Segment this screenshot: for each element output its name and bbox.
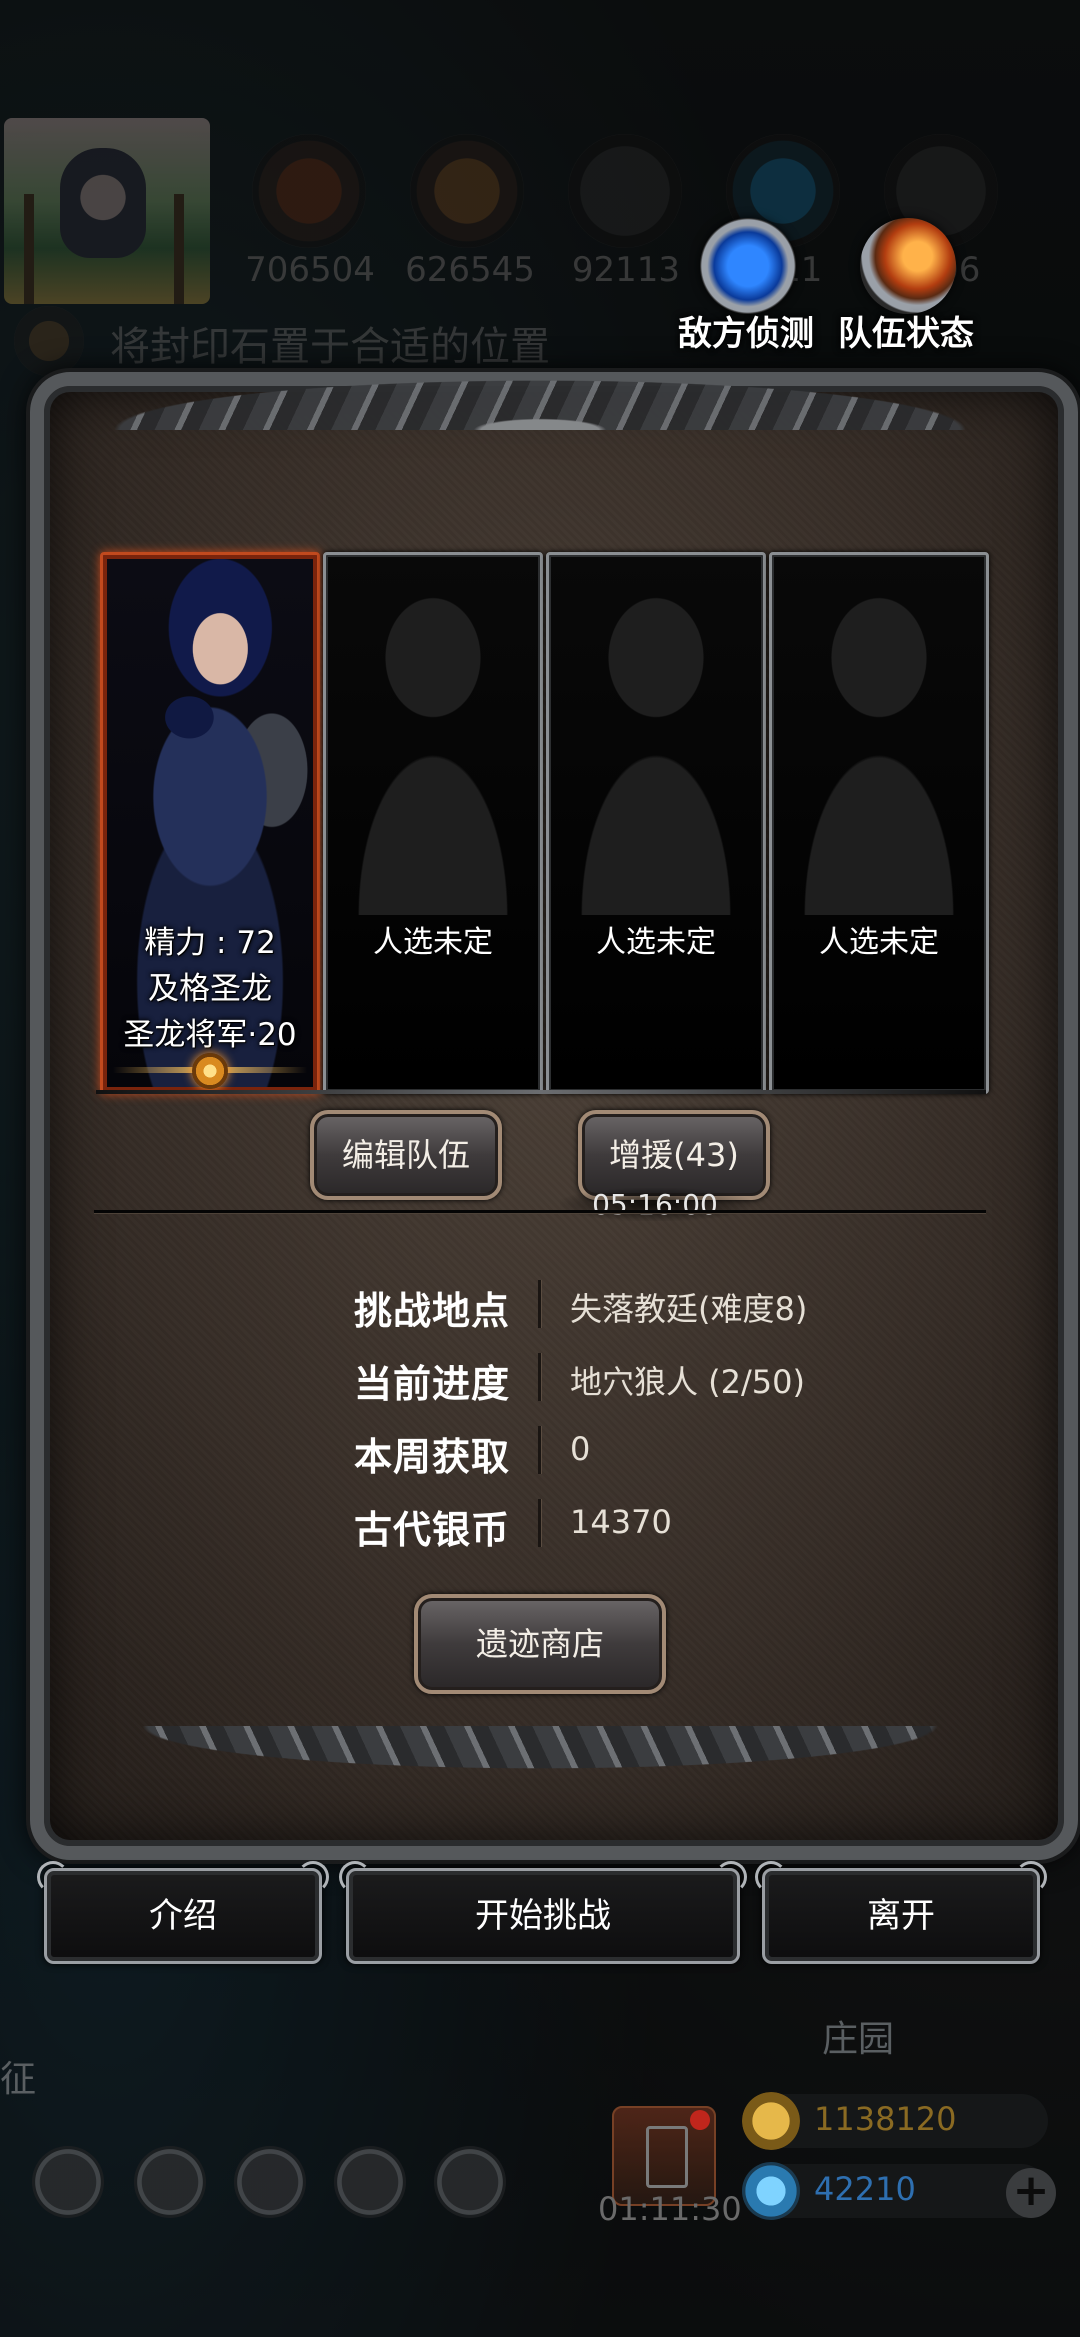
panel-ornament-bottom [40, 1726, 1040, 1806]
team-status-label: 队伍状态 [838, 314, 974, 354]
info-value-silver: 14370 [570, 1503, 672, 1541]
intro-button[interactable]: 介绍 [37, 1861, 322, 1964]
slot-divider [96, 1090, 986, 1094]
slot-empty-label: 人选未定 [373, 925, 493, 960]
slot-empty-label: 人选未定 [596, 925, 716, 960]
expedition-label: 征 [0, 2059, 37, 2100]
mail-icon[interactable] [334, 2146, 406, 2218]
add-gems-button[interactable]: + [1006, 2168, 1056, 2218]
rank-badge-icon [192, 1053, 228, 1089]
castle-icon[interactable] [234, 2146, 306, 2218]
gem-icon [742, 2162, 800, 2220]
hero-title: 圣龙将军·20 [123, 1017, 297, 1053]
info-value-weekly: 0 [570, 1430, 591, 1468]
gold-coin-icon [742, 2092, 800, 2150]
team-status-button[interactable] [860, 218, 956, 314]
relic-shop-button[interactable]: 遗迹商店 [414, 1594, 666, 1694]
start-challenge-button[interactable]: 开始挑战 [339, 1861, 740, 1964]
reinforce-timer: 05:16:00 [560, 1188, 750, 1221]
info-value-location: 失落教廷(难度8) [570, 1290, 808, 1328]
hero-slot-1[interactable]: 精力 : 72 及格圣龙 圣龙将军·20 [100, 552, 320, 1094]
gem-amount: 42210 [814, 2170, 916, 2208]
hero-slot-2[interactable]: 人选未定 [323, 552, 543, 1094]
settings-icon[interactable] [32, 2146, 104, 2218]
gold-amount: 1138120 [814, 2100, 957, 2138]
achievement-icon[interactable] [134, 2146, 206, 2218]
manor-label: 庄园 [822, 2019, 895, 2060]
empty-hero-silhouette-icon [804, 585, 954, 915]
edit-team-button[interactable]: 编辑队伍 [310, 1110, 502, 1200]
info-label-progress: 当前进度 [353, 1362, 510, 1406]
hero-stamina: 精力 : 72 [144, 925, 276, 961]
section-divider [94, 1210, 986, 1213]
notification-dot [690, 2110, 710, 2130]
empty-hero-silhouette-icon [581, 585, 731, 915]
leave-button[interactable]: 离开 [755, 1861, 1040, 1964]
shield-icon[interactable] [434, 2146, 506, 2218]
info-label-location: 挑战地点 [353, 1289, 510, 1333]
slot-empty-label: 人选未定 [819, 925, 939, 960]
info-label-weekly: 本周获取 [353, 1435, 510, 1479]
empty-hero-silhouette-icon [358, 585, 508, 915]
enemy-scout-button[interactable] [700, 218, 796, 314]
info-label-silver: 古代银币 [353, 1508, 510, 1552]
info-value-progress: 地穴狼人 (2/50) [570, 1363, 806, 1401]
gift-timer: 01:11:30 [598, 2190, 742, 2228]
enemy-scout-label: 敌方侦测 [678, 314, 814, 354]
reinforce-button[interactable]: 增援(43) [578, 1110, 770, 1200]
hero-name: 及格圣龙 [148, 971, 272, 1007]
hero-slot-4[interactable]: 人选未定 [769, 552, 989, 1094]
hero-slot-3[interactable]: 人选未定 [546, 552, 766, 1094]
